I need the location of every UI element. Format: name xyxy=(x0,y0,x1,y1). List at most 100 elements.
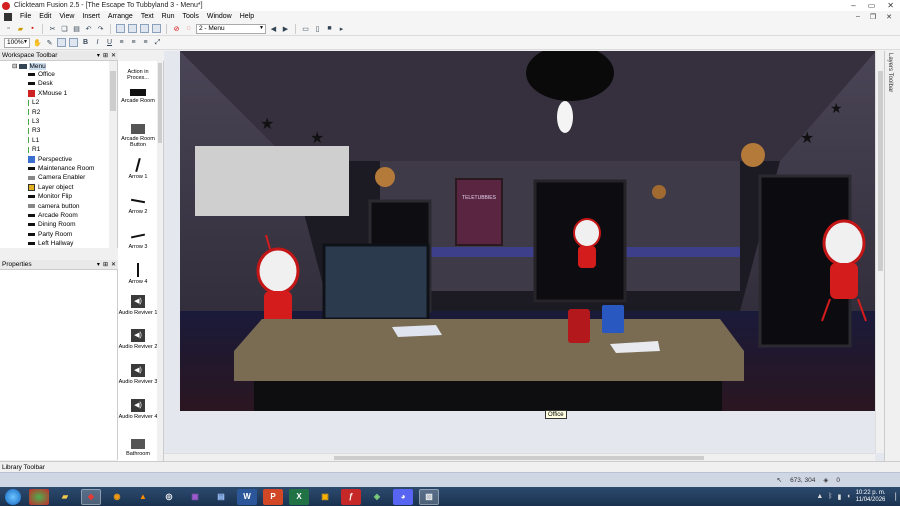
snap-icon[interactable] xyxy=(69,38,78,47)
app-icon-green[interactable]: ◈ xyxy=(367,489,387,505)
clickteam-fusion-icon[interactable]: ◆ xyxy=(81,488,101,505)
tree-item[interactable]: Layer object xyxy=(28,183,73,191)
blender-icon[interactable]: ◉ xyxy=(107,489,127,505)
volume-icon[interactable]: ◖ xyxy=(846,493,850,500)
tree-item[interactable]: Arcade Room xyxy=(28,212,78,219)
pin-icon[interactable]: ⊞ xyxy=(103,261,108,268)
powerpoint-icon[interactable]: P xyxy=(263,488,283,505)
library-toolbar[interactable]: Library Toolbar xyxy=(0,461,900,472)
grid-icon[interactable] xyxy=(57,38,66,47)
tree-item[interactable]: Office xyxy=(28,71,55,78)
close-icon[interactable]: ✕ xyxy=(887,1,894,10)
maximize-icon[interactable]: ▭ xyxy=(868,1,876,10)
start-button[interactable] xyxy=(5,488,21,505)
event-list-icon[interactable] xyxy=(152,24,161,33)
object-list-item[interactable]: Bathroom xyxy=(118,439,158,457)
workspace-scrollbar[interactable] xyxy=(109,61,117,248)
menu-arrange[interactable]: Arrange xyxy=(104,13,137,20)
tree-item[interactable]: Camera Enabler xyxy=(28,174,85,181)
tree-item[interactable]: Desk xyxy=(28,80,53,87)
frame-canvas[interactable]: TELETUBBIES ★ ★ ★ ★ xyxy=(180,51,876,411)
cancel-icon[interactable]: ◌ xyxy=(184,24,193,33)
app-icon-yellow[interactable]: ▣ xyxy=(315,489,335,505)
object-list-item[interactable]: Arrow 1 xyxy=(118,158,158,180)
tree-item[interactable]: Party Room xyxy=(28,231,72,238)
tree-item[interactable]: L1 xyxy=(28,137,39,144)
tree-item[interactable]: R1 xyxy=(28,146,40,153)
save-icon[interactable]: ▪ xyxy=(28,24,37,33)
run-frame-icon[interactable]: ▯ xyxy=(313,24,322,33)
cut-icon[interactable]: ✂ xyxy=(48,24,57,33)
align-left-icon[interactable]: ≡ xyxy=(117,38,126,47)
chrome-icon[interactable] xyxy=(29,488,49,505)
fit-icon[interactable]: ⤢ xyxy=(153,38,162,47)
clock[interactable]: 10:22 p. m. 11/04/2026 xyxy=(856,490,886,504)
bold-icon[interactable]: B xyxy=(81,38,90,47)
redo-icon[interactable]: ↷ xyxy=(96,24,105,33)
tray-expand-icon[interactable]: ▲ xyxy=(816,493,823,500)
tree-item[interactable]: L3 xyxy=(28,118,39,125)
underline-icon[interactable]: U xyxy=(105,38,114,47)
menu-view[interactable]: View xyxy=(55,13,78,20)
panel-menu-icon[interactable]: ▾ xyxy=(97,52,100,59)
editor-vertical-scrollbar[interactable] xyxy=(875,51,884,453)
menu-insert[interactable]: Insert xyxy=(78,13,104,20)
open-icon[interactable]: ▰ xyxy=(16,24,25,33)
align-right-icon[interactable]: ≡ xyxy=(141,38,150,47)
object-list-scrollbar[interactable] xyxy=(157,61,163,461)
panel-close-icon[interactable]: ✕ xyxy=(111,261,116,268)
menu-tools[interactable]: Tools xyxy=(179,13,203,20)
next-frame-icon[interactable]: ▶ xyxy=(281,24,290,33)
event-editor-icon[interactable] xyxy=(140,24,149,33)
tree-item[interactable]: Perspective xyxy=(28,155,72,163)
run-icon[interactable]: ▸ xyxy=(337,24,346,33)
object-list-item[interactable]: Action in Proces... xyxy=(118,69,158,81)
network-icon[interactable]: ▮ xyxy=(837,493,841,501)
prev-frame-icon[interactable]: ◀ xyxy=(269,24,278,33)
object-list-item[interactable]: ◀) Audio Reviver 2 xyxy=(118,329,158,350)
panel-menu-icon[interactable]: ▾ xyxy=(97,261,100,268)
zoom-select[interactable]: 100% ▼ xyxy=(4,37,30,48)
mdi-close-icon[interactable]: ✕ xyxy=(886,13,892,21)
mdi-minimize-icon[interactable]: – xyxy=(856,13,860,21)
discord-icon[interactable]: ◕ xyxy=(393,488,413,505)
italic-icon[interactable]: I xyxy=(93,38,102,47)
menu-edit[interactable]: Edit xyxy=(35,13,55,20)
frame-editor-icon[interactable] xyxy=(128,24,137,33)
storyboard-icon[interactable] xyxy=(116,24,125,33)
paste-icon[interactable]: ▤ xyxy=(72,24,81,33)
bluetooth-icon[interactable]: ᛒ xyxy=(828,493,832,500)
new-icon[interactable]: ▫ xyxy=(4,24,13,33)
tree-item[interactable]: Monitor Flip xyxy=(28,193,72,200)
pin-icon[interactable]: ⊞ xyxy=(103,52,108,59)
hand-icon[interactable]: ✋ xyxy=(33,38,42,47)
tree-item[interactable]: Maintenance Room xyxy=(28,165,94,172)
panel-close-icon[interactable]: ✕ xyxy=(111,52,116,59)
layers-toolbar[interactable]: Layers Toolbar xyxy=(884,51,900,461)
obs-icon[interactable]: ◎ xyxy=(159,489,179,505)
object-list-item[interactable]: ◀) Audio Reviver 1 xyxy=(118,295,158,316)
tree-item[interactable]: R2 xyxy=(28,109,40,116)
tree-root-menu[interactable]: ⊟ Menu xyxy=(12,62,46,70)
minimize-icon[interactable]: – xyxy=(851,1,855,10)
document-icon[interactable] xyxy=(4,12,12,21)
object-list-item[interactable]: Arrow 2 xyxy=(118,193,158,215)
menu-run[interactable]: Run xyxy=(158,13,179,20)
frame-select[interactable]: 2 - Menu ▼ xyxy=(196,23,266,34)
tree-item[interactable]: L2 xyxy=(28,99,39,106)
copy-icon[interactable]: ❏ xyxy=(60,24,69,33)
object-list-item[interactable]: Arrow 4 xyxy=(118,263,158,285)
object-list-item[interactable]: Arcade Room Button xyxy=(118,124,158,148)
word-icon[interactable]: W xyxy=(237,488,257,505)
excel-icon[interactable]: X xyxy=(289,488,309,505)
tree-item[interactable]: XMouse 1 xyxy=(28,89,67,97)
object-list-item[interactable]: Arcade Room xyxy=(118,89,158,104)
tree-item[interactable]: camera button xyxy=(28,203,80,210)
editor-horizontal-scrollbar[interactable] xyxy=(164,453,875,461)
object-list-item[interactable]: ◀) Audio Reviver 3 xyxy=(118,364,158,385)
stop-run-icon[interactable]: ■ xyxy=(325,24,334,33)
object-list-item[interactable]: Arrow 3 xyxy=(118,228,158,250)
tree-item[interactable]: R3 xyxy=(28,127,40,134)
rar-icon[interactable]: ▣ xyxy=(185,489,205,505)
edit-icon[interactable]: ✎ xyxy=(45,38,54,47)
